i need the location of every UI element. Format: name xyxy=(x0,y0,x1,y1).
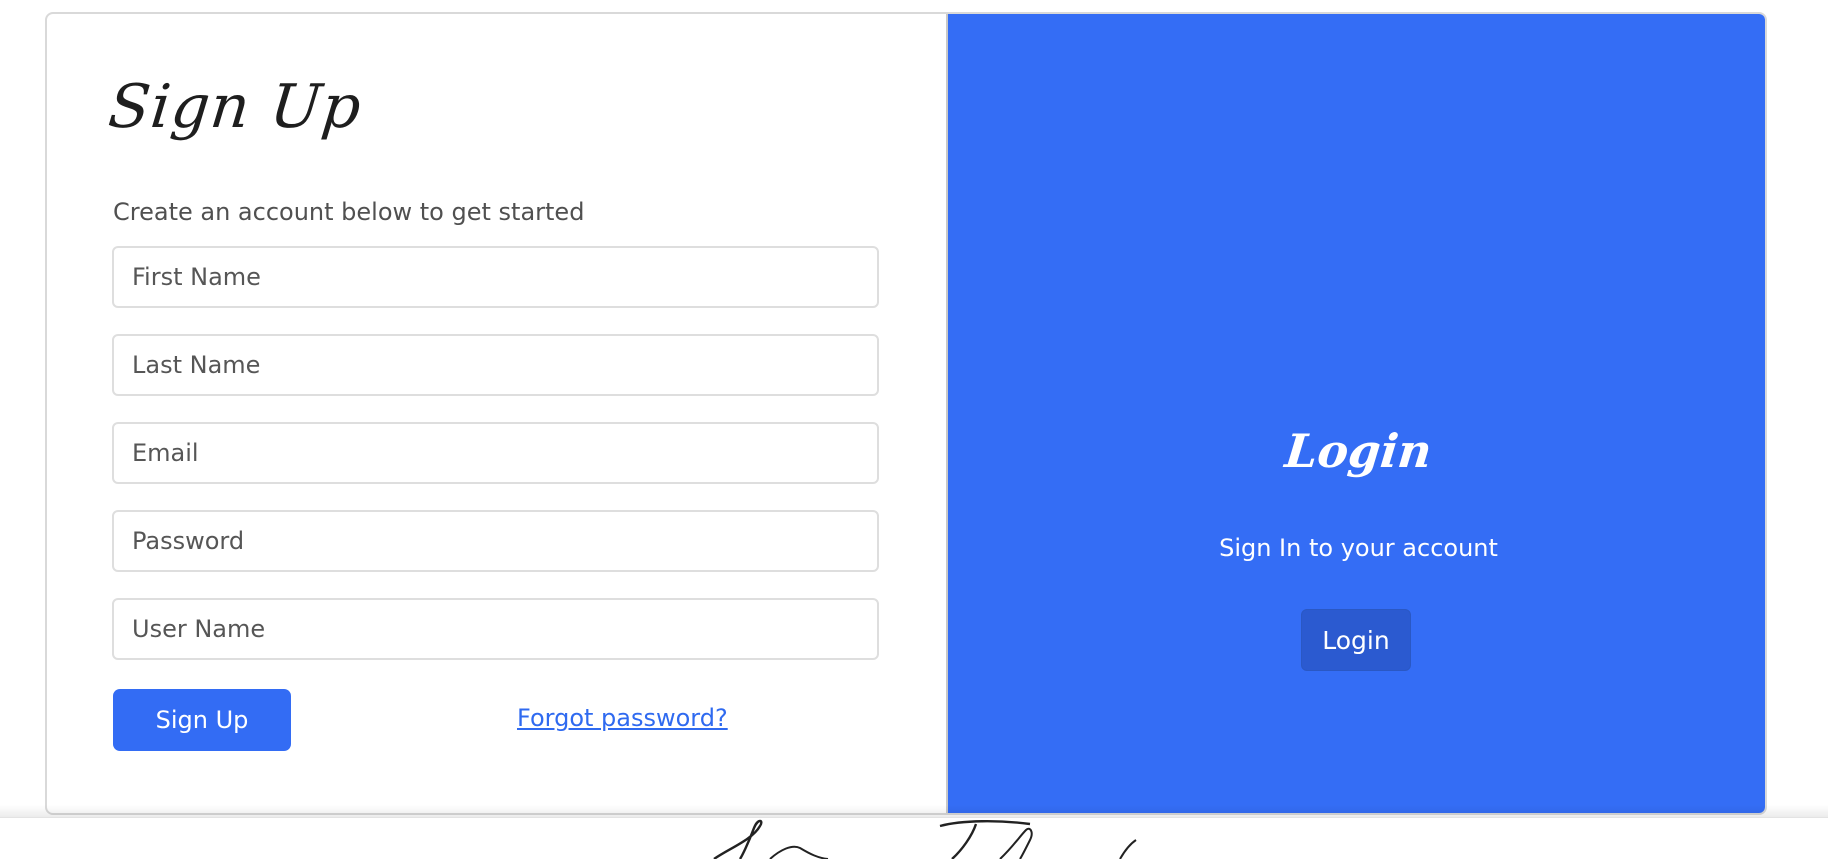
login-subtitle: Sign In to your account xyxy=(1219,534,1498,562)
username-input[interactable] xyxy=(112,598,879,660)
login-panel: Login Sign In to your account Login xyxy=(946,14,1765,813)
signup-button[interactable]: Sign Up xyxy=(113,689,291,751)
signup-panel: Sign Up Create an account below to get s… xyxy=(47,14,946,813)
footer-shadow xyxy=(0,805,1828,817)
signup-title: Sign Up xyxy=(105,72,366,142)
forgot-password-link[interactable]: Forgot password? xyxy=(517,704,728,732)
script-signature-art xyxy=(713,819,1137,859)
login-title: Login xyxy=(1282,424,1435,478)
email-input[interactable] xyxy=(112,422,879,484)
signup-subtitle: Create an account below to get started xyxy=(113,198,585,226)
auth-card: Sign Up Create an account below to get s… xyxy=(45,12,1767,815)
last-name-input[interactable] xyxy=(112,334,879,396)
password-input[interactable] xyxy=(112,510,879,572)
login-button[interactable]: Login xyxy=(1301,609,1411,671)
first-name-input[interactable] xyxy=(112,246,879,308)
footer-strip xyxy=(0,817,1828,859)
